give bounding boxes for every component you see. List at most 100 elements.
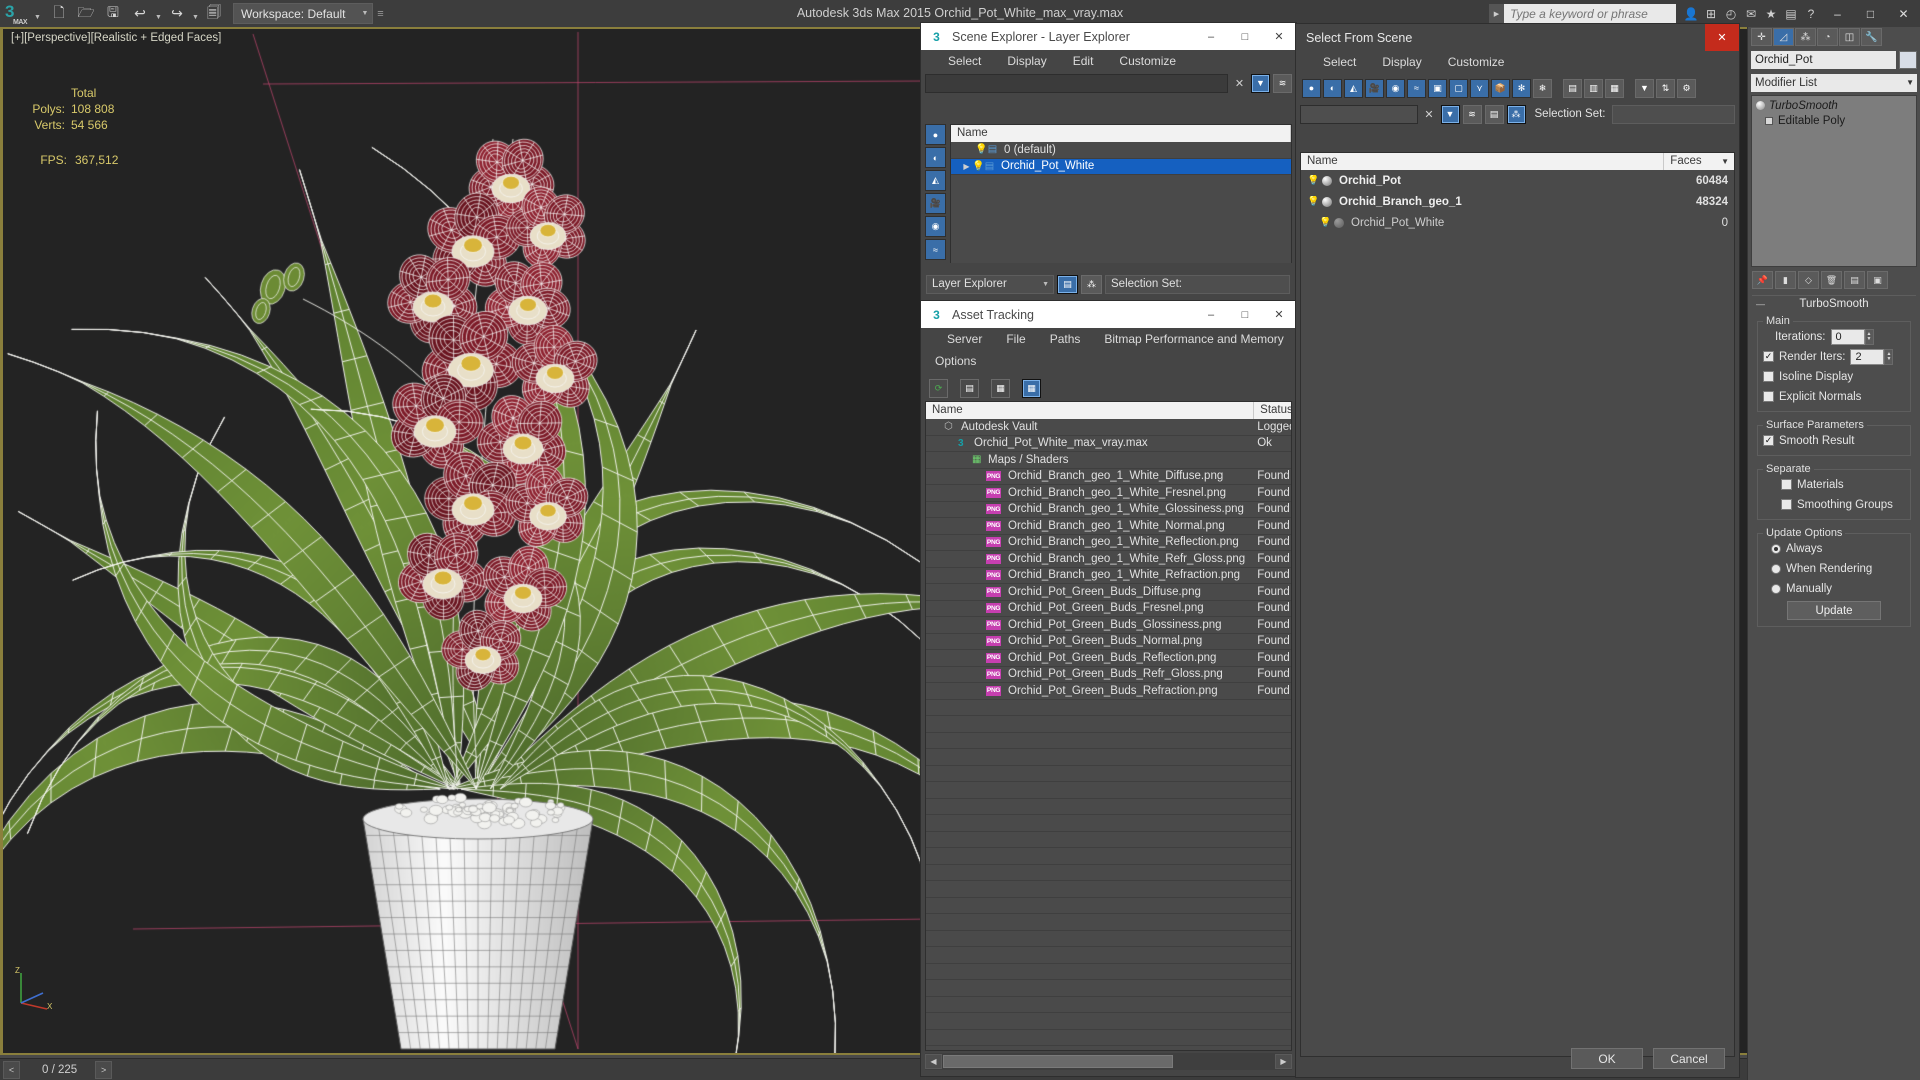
toolbar-overflow-icon[interactable]: ≡ bbox=[373, 2, 387, 26]
spacewarps-filter-icon[interactable]: ≈ bbox=[1407, 78, 1426, 98]
layer-row-default[interactable]: 💡 ▤ 0 (default) bbox=[951, 142, 1291, 159]
menu-display[interactable]: Display bbox=[1369, 51, 1434, 73]
menu-customize[interactable]: Customize bbox=[1435, 51, 1518, 73]
scene-explorer-title-bar[interactable]: 3 Scene Explorer - Layer Explorer – □ ✕ bbox=[921, 23, 1296, 50]
geometry-filter-icon[interactable]: ● bbox=[925, 124, 946, 145]
asset-tracking-close-button[interactable]: ✕ bbox=[1262, 301, 1296, 328]
redo-dropdown-icon[interactable]: ▼ bbox=[191, 2, 200, 26]
light-bulb-icon[interactable]: 💡 bbox=[1307, 175, 1319, 186]
smooth-result-checkbox[interactable]: ✓ bbox=[1763, 435, 1774, 446]
sign-in-icon[interactable]: 👤 bbox=[1681, 3, 1701, 25]
shapes-filter-icon[interactable]: ◐ bbox=[925, 147, 946, 168]
menu-options[interactable]: Options bbox=[923, 350, 988, 372]
particles-filter-icon[interactable]: ✻ bbox=[1512, 78, 1531, 98]
search-input[interactable] bbox=[1504, 4, 1676, 23]
tab-modify[interactable]: ◿ bbox=[1773, 28, 1794, 46]
helpers-filter-icon[interactable]: ◉ bbox=[925, 216, 946, 237]
select-from-scene-search-input[interactable] bbox=[1300, 104, 1418, 124]
expand-all-icon[interactable]: ▤ bbox=[1563, 78, 1582, 98]
layer-options-icon[interactable]: ≋ bbox=[1273, 73, 1292, 93]
stack-mode-icon[interactable]: ▤ bbox=[1484, 104, 1504, 124]
scene-explorer-window[interactable]: 3 Scene Explorer - Layer Explorer – □ ✕ … bbox=[921, 23, 1296, 300]
select-from-scene-title-bar[interactable]: Select From Scene ✕ bbox=[1296, 24, 1739, 51]
render-iters-input[interactable]: 2 bbox=[1850, 348, 1885, 365]
shapes-filter-icon[interactable]: ◐ bbox=[1323, 78, 1342, 98]
asset-row[interactable]: PNG Orchid_Pot_Green_Buds_Normal.png Found bbox=[926, 634, 1291, 650]
when-rendering-radio[interactable] bbox=[1771, 563, 1781, 574]
asset-row[interactable]: ⬡ Autodesk Vault Logged Out bbox=[926, 419, 1291, 436]
menu-select[interactable]: Select bbox=[1310, 51, 1369, 73]
asset-row[interactable]: PNG Orchid_Branch_geo_1_White_Reflection.… bbox=[926, 535, 1291, 551]
materials-checkbox[interactable] bbox=[1781, 479, 1792, 490]
filter-toggle-icon[interactable]: ▼ bbox=[1440, 104, 1460, 124]
asset-row[interactable]: PNG Orchid_Branch_geo_1_White_Normal.png F… bbox=[926, 518, 1291, 535]
bones-filter-icon[interactable]: ⋎ bbox=[1470, 78, 1489, 98]
sort-icon[interactable]: ⇅ bbox=[1656, 78, 1675, 98]
spacewarps-filter-icon[interactable]: ≈ bbox=[925, 239, 946, 260]
menu-customize[interactable]: Customize bbox=[1106, 50, 1189, 72]
scene-explorer-col-name[interactable]: Name bbox=[951, 125, 1291, 142]
hierarchy-toggle-icon[interactable]: ⁂ bbox=[1081, 274, 1102, 294]
explorer-mode-combo[interactable]: Layer Explorer ▼ bbox=[926, 274, 1054, 294]
undo-dropdown-icon[interactable]: ▼ bbox=[154, 2, 163, 26]
table-row[interactable]: 💡 Orchid_Pot_White 0 bbox=[1301, 212, 1734, 233]
modifier-stack-item-editable-poly[interactable]: Editable Poly bbox=[1754, 113, 1914, 128]
ok-button[interactable]: OK bbox=[1571, 1048, 1643, 1069]
explicit-normals-checkbox[interactable] bbox=[1763, 391, 1774, 402]
show-end-result-icon[interactable]: ▮ bbox=[1775, 271, 1796, 289]
select-from-scene-close-button[interactable]: ✕ bbox=[1705, 24, 1739, 51]
layer-mode-icon[interactable]: ≋ bbox=[1462, 104, 1482, 124]
always-radio[interactable] bbox=[1771, 543, 1781, 554]
list-view-icon[interactable]: ▤ bbox=[960, 378, 979, 398]
favorites-icon[interactable]: ★ bbox=[1761, 3, 1781, 25]
show-in-viewport-icon[interactable]: ▣ bbox=[1867, 271, 1888, 289]
layer-list-toggle-icon[interactable]: ▤ bbox=[1057, 274, 1078, 294]
lightbulb-toggle-icon[interactable] bbox=[1756, 101, 1765, 110]
asset-row[interactable]: PNG Orchid_Pot_Green_Buds_Fresnel.png Foun… bbox=[926, 601, 1291, 617]
asset-tracking-maximize-button[interactable]: □ bbox=[1228, 301, 1262, 328]
redo-button[interactable]: ↪ bbox=[164, 2, 190, 26]
table-row[interactable]: 💡 Orchid_Pot 60484 bbox=[1301, 170, 1734, 191]
window-restore-button[interactable]: □ bbox=[1854, 0, 1887, 27]
configure-modifier-sets-icon[interactable]: ▤ bbox=[1844, 271, 1865, 289]
refresh-icon[interactable]: ⟳ bbox=[929, 378, 948, 398]
scroll-right-arrow-icon[interactable]: ▶ bbox=[1275, 1054, 1292, 1069]
scene-explorer-maximize-button[interactable]: □ bbox=[1228, 23, 1262, 50]
communication-center-icon[interactable]: ✉ bbox=[1741, 3, 1761, 25]
menu-file[interactable]: File bbox=[994, 328, 1037, 350]
selection-set-combo[interactable] bbox=[1612, 104, 1735, 124]
modifier-stack[interactable]: TurboSmooth Editable Poly bbox=[1751, 95, 1917, 267]
asset-row[interactable]: PNG Orchid_Branch_geo_1_White_Refr_Gloss.… bbox=[926, 551, 1291, 568]
make-unique-icon[interactable]: ◇ bbox=[1798, 271, 1819, 289]
asset-row[interactable]: PNG Orchid_Pot_Green_Buds_Glossiness.png F… bbox=[926, 617, 1291, 634]
cancel-button[interactable]: Cancel bbox=[1653, 1048, 1725, 1069]
object-color-swatch[interactable] bbox=[1899, 50, 1917, 69]
select-from-scene-window[interactable]: Select From Scene ✕ Select Display Custo… bbox=[1296, 24, 1739, 1077]
clear-search-icon[interactable]: ✕ bbox=[1231, 74, 1248, 92]
menu-select[interactable]: Select bbox=[935, 50, 994, 72]
exchange-app-icon[interactable]: ⊞ bbox=[1701, 3, 1721, 25]
manually-radio[interactable] bbox=[1771, 583, 1781, 594]
asset-row[interactable]: ▦ Maps / Shaders bbox=[926, 452, 1291, 469]
render-iters-stepper[interactable]: ▲ ▼ bbox=[1884, 348, 1894, 365]
containers-filter-icon[interactable]: 📦 bbox=[1491, 78, 1510, 98]
select-from-scene-list[interactable]: Name Faces ▼ 💡 Orchid_Pot 60484 💡 Orchid_Bra… bbox=[1300, 152, 1735, 1057]
expand-arrow-icon[interactable]: ▶ bbox=[961, 162, 972, 171]
isoline-display-checkbox[interactable] bbox=[1763, 371, 1774, 382]
asset-tracking-list[interactable]: Name Status ⬡ Autodesk Vault Logged Out 3 Or… bbox=[925, 401, 1292, 1051]
undo-button[interactable]: ↩ bbox=[127, 2, 153, 26]
light-bulb-icon[interactable]: 💡 bbox=[1319, 217, 1331, 228]
table-row[interactable]: 💡 Orchid_Branch_geo_1 48324 bbox=[1301, 191, 1734, 212]
light-bulb-icon[interactable]: 💡 bbox=[972, 161, 984, 172]
asset-row[interactable]: PNG Orchid_Pot_Green_Buds_Reflection.png F… bbox=[926, 650, 1291, 667]
menu-edit[interactable]: Edit bbox=[1060, 50, 1107, 72]
asset-list-horizontal-scrollbar[interactable]: ◀ ▶ bbox=[925, 1053, 1292, 1070]
save-file-button[interactable]: 🖫 bbox=[100, 2, 126, 26]
iterations-input[interactable]: 0 bbox=[1830, 328, 1865, 345]
goto-end-button[interactable]: > bbox=[95, 1060, 113, 1079]
workspace-selector[interactable]: Workspace: Default ▼ bbox=[233, 3, 374, 24]
viewport-label[interactable]: [+][Perspective][Realistic + Edged Faces… bbox=[11, 32, 221, 44]
options-icon[interactable]: ⚙ bbox=[1677, 78, 1696, 98]
goto-start-button[interactable]: < bbox=[3, 1060, 20, 1079]
asset-tracking-title-bar[interactable]: 3 Asset Tracking – □ ✕ bbox=[921, 301, 1296, 328]
